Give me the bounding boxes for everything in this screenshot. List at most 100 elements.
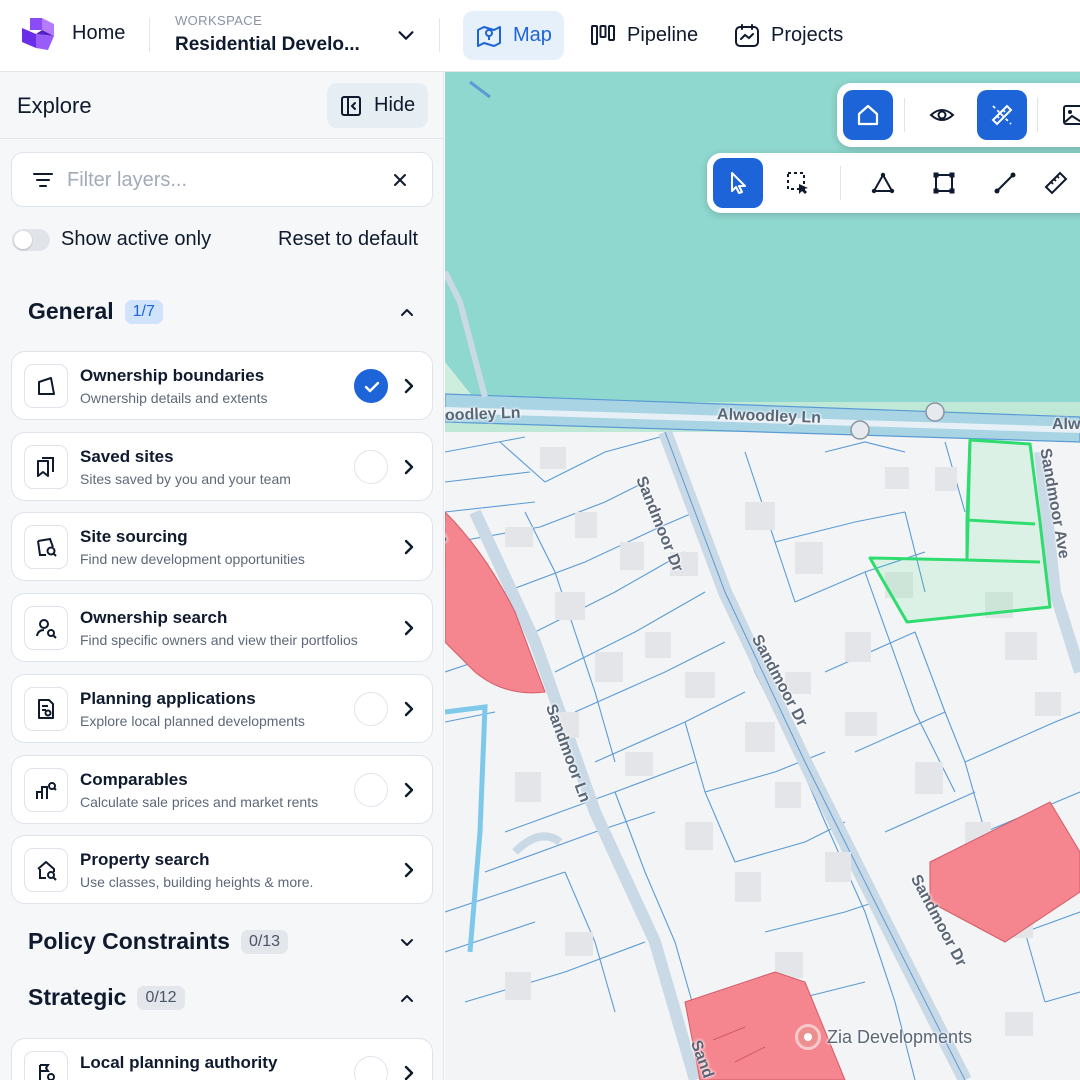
close-icon[interactable]: [390, 170, 410, 190]
tab-pipeline[interactable]: Pipeline: [577, 11, 710, 60]
chevron-up-icon[interactable]: [397, 988, 417, 1008]
layer-title: Ownership boundaries: [80, 366, 265, 385]
line-tool-button[interactable]: [980, 158, 1030, 208]
layer-title: Planning applications: [80, 688, 256, 708]
comparables-icon: [36, 781, 57, 799]
hide-label: Hide: [374, 94, 416, 116]
measure-tools-icon: [991, 104, 1013, 126]
chevron-right-icon[interactable]: [399, 699, 419, 719]
divider: [840, 166, 841, 200]
tab-map[interactable]: Map: [463, 11, 564, 60]
layer-title: Property search: [80, 850, 210, 870]
chevron-right-icon[interactable]: [399, 376, 419, 396]
street-label: Alw: [1052, 416, 1080, 433]
top-bar: Home WORKSPACE Residential Develo... Map…: [0, 0, 1080, 72]
home-link[interactable]: Home: [72, 22, 125, 45]
chevron-down-icon[interactable]: [395, 24, 417, 46]
layer-subtitle: Explore local planned developments: [80, 712, 305, 729]
home-icon: [857, 104, 879, 126]
layer-checkbox[interactable]: [354, 369, 388, 403]
tab-pipeline-label: Pipeline: [627, 24, 699, 46]
planning-authority-icon: [39, 1064, 55, 1080]
layer-card[interactable]: Saved sites Sites saved by you and your t…: [11, 431, 433, 501]
polygon-tool-button[interactable]: [858, 158, 908, 208]
layer-card[interactable]: Ownership boundaries Ownership details an…: [11, 351, 433, 420]
layer-title: Comparables: [80, 769, 188, 789]
layer-card[interactable]: Local planning authority: [11, 1038, 433, 1080]
poi-label: Zia Developments: [827, 1026, 973, 1047]
map-canvas[interactable]: oodley Ln Alwoodley Ln Alw Sandmoor Dr S…: [445, 72, 1080, 1080]
layer-title: Local planning authority: [80, 1053, 278, 1072]
tab-projects-label: Projects: [771, 24, 844, 46]
explore-title: Explore: [17, 93, 92, 118]
layer-checkbox[interactable]: [354, 1056, 388, 1080]
projects-icon: [735, 23, 759, 47]
poi-marker[interactable]: Zia Developments: [795, 1024, 972, 1050]
workspace-label: WORKSPACE: [175, 13, 263, 28]
layer-subtitle: Use classes, building heights & more.: [80, 874, 314, 891]
layer-icon-box: [24, 848, 68, 893]
measure-tools-button[interactable]: [977, 90, 1027, 140]
filter-layers-input[interactable]: [67, 165, 377, 195]
chevron-right-icon[interactable]: [399, 537, 419, 557]
pointer-icon: [731, 172, 746, 194]
active-count-badge: 1/7: [124, 299, 163, 324]
saved-sites-icon: [37, 456, 54, 477]
layer-card[interactable]: Planning applications Explore local plann…: [11, 673, 433, 743]
explore-sidebar: Explore Hide Show active only Reset to d…: [0, 72, 444, 1080]
reset-to-default-link[interactable]: Reset to default: [278, 228, 418, 251]
layer-checkbox[interactable]: [354, 772, 388, 807]
map-icon: [477, 25, 501, 47]
layer-icon-box: [24, 606, 68, 651]
ruler-tool-button[interactable]: [1031, 158, 1080, 208]
layer-subtitle: Ownership details and extents: [80, 390, 268, 406]
select-area-tool-button[interactable]: [773, 158, 823, 208]
workspace-name[interactable]: Residential Develo...: [175, 34, 360, 56]
draw-toolbar: [707, 153, 1080, 213]
hide-sidebar-button[interactable]: Hide: [327, 83, 428, 128]
owner-search-icon: [36, 619, 57, 639]
layer-card[interactable]: Property search Use classes, building hei…: [11, 835, 433, 905]
layer-card[interactable]: Site sourcing Find new development opport…: [11, 512, 433, 582]
layer-card[interactable]: Comparables Calculate sale prices and mar…: [11, 754, 433, 824]
chevron-right-icon[interactable]: [399, 860, 419, 880]
layer-subtitle: Sites saved by you and your team: [80, 470, 291, 487]
ruler-icon: [1044, 171, 1068, 195]
boundary-icon: [38, 377, 55, 395]
chevron-right-icon[interactable]: [399, 780, 419, 800]
layer-subtitle: Find specific owners and view their port…: [80, 632, 358, 649]
home-view-button[interactable]: [843, 90, 893, 140]
image-button[interactable]: [1049, 90, 1080, 140]
filter-icon: [33, 173, 53, 187]
show-active-toggle[interactable]: [12, 229, 50, 251]
rectangle-tool-button[interactable]: [919, 158, 969, 208]
site-sourcing-icon: [37, 538, 57, 558]
toggle-knob: [14, 231, 32, 249]
show-active-label: Show active only: [61, 228, 212, 250]
chevron-right-icon[interactable]: [399, 618, 419, 638]
property-search-icon: [37, 861, 57, 881]
check-icon: [364, 381, 380, 393]
chevron-down-icon[interactable]: [397, 932, 417, 952]
chevron-up-icon[interactable]: [397, 302, 417, 322]
section-strategic[interactable]: Strategic 0/12: [28, 984, 185, 1011]
layer-checkbox[interactable]: [354, 691, 388, 726]
chevron-right-icon[interactable]: [399, 1063, 419, 1080]
section-general[interactable]: General 1/7: [28, 298, 163, 325]
pipeline-icon: [591, 24, 615, 45]
section-title: Strategic: [28, 984, 127, 1010]
app-logo-icon[interactable]: [22, 16, 62, 54]
layer-icon-box: [24, 1051, 68, 1080]
chevron-right-icon[interactable]: [399, 457, 419, 477]
divider: [1037, 98, 1038, 132]
layer-checkbox[interactable]: [354, 449, 388, 484]
section-policy-constraints[interactable]: Policy Constraints 0/13: [28, 928, 289, 955]
divider: [149, 18, 150, 52]
active-count-badge: 0/13: [240, 929, 289, 954]
map-layer: [445, 72, 1080, 1080]
tab-projects[interactable]: Projects: [721, 11, 855, 60]
eye-icon: [929, 109, 955, 121]
layer-card[interactable]: Ownership search Find specific owners and…: [11, 593, 433, 663]
visibility-button[interactable]: [917, 90, 967, 140]
pointer-tool-button[interactable]: [713, 158, 763, 208]
